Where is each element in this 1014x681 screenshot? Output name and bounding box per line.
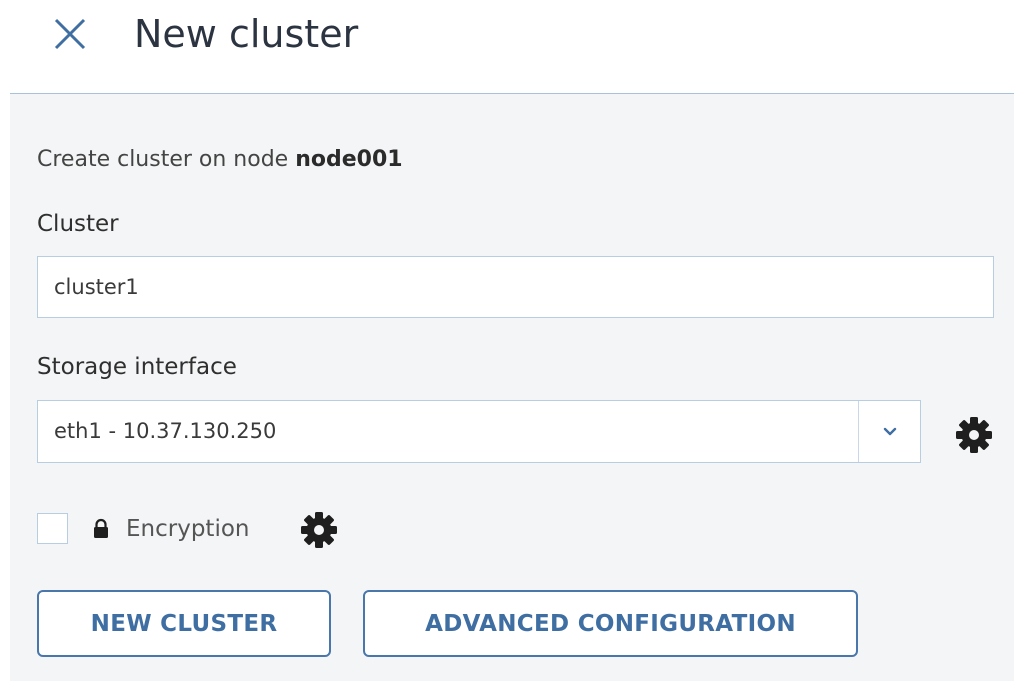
storage-interface-value: eth1 - 10.37.130.250 [54,419,277,443]
advanced-configuration-button[interactable]: ADVANCED CONFIGURATION [363,590,858,657]
close-icon[interactable] [50,14,90,54]
gear-icon [956,417,992,453]
storage-interface-select[interactable]: eth1 - 10.37.130.250 [37,400,921,463]
cluster-label: Cluster [37,211,119,237]
close-button[interactable] [50,14,90,54]
encryption-checkbox[interactable] [37,513,68,544]
encryption-settings-button[interactable] [297,508,341,552]
encryption-label: Encryption [126,516,250,542]
storage-interface-label: Storage interface [37,354,237,380]
cluster-name-input[interactable] [37,256,994,318]
storage-settings-button[interactable] [952,413,996,457]
intro-text: Create cluster on node node001 [37,142,403,178]
chevron-down-icon [883,427,896,435]
select-arrow-button[interactable] [859,401,920,462]
new-cluster-button[interactable]: NEW CLUSTER [37,590,331,657]
gear-icon [301,512,337,548]
intro-prefix: Create cluster on node [37,147,296,172]
page-title: New cluster [134,12,359,56]
dialog-header: New cluster [0,0,1014,94]
lock-icon [94,518,108,538]
node-name: node001 [295,147,403,172]
